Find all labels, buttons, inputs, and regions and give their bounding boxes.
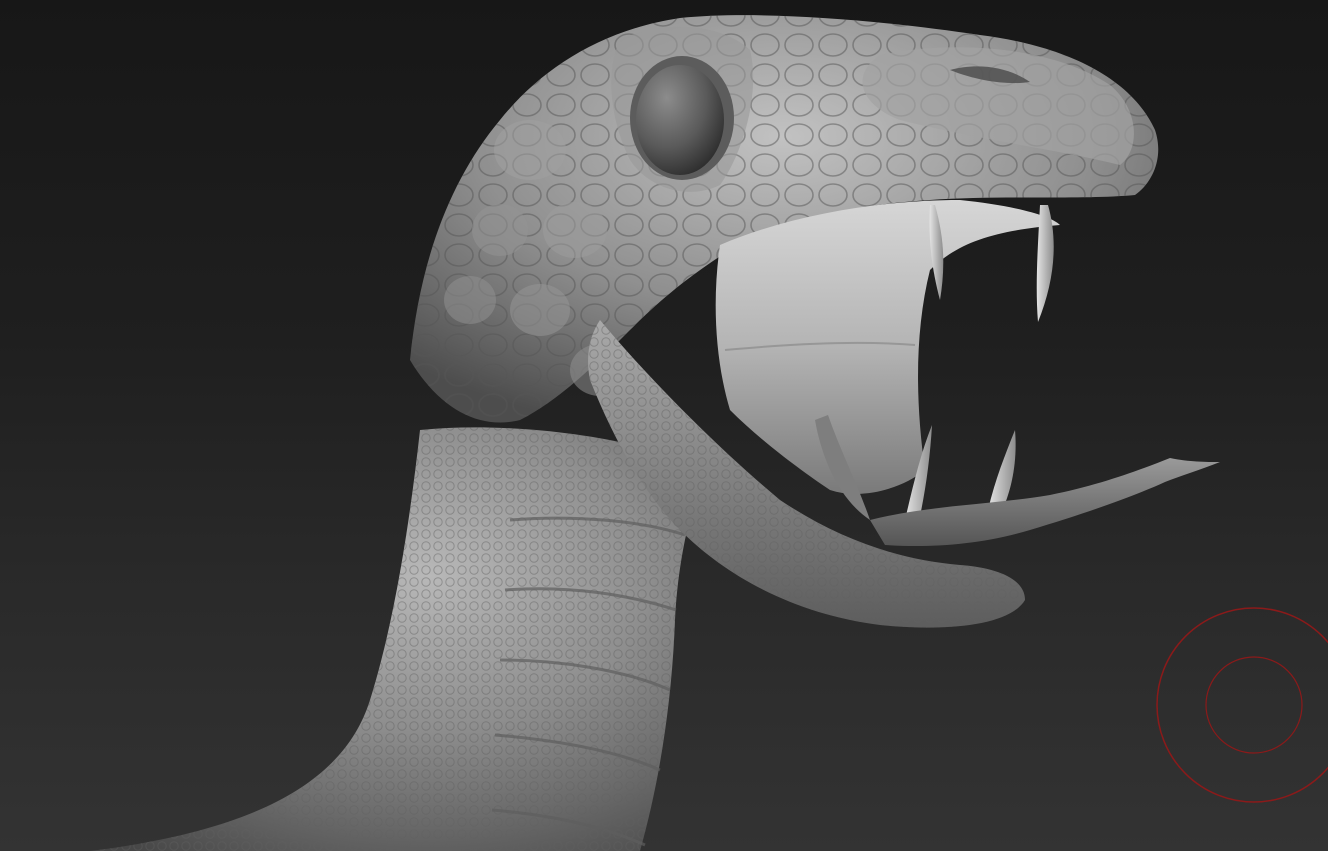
snake-eye	[630, 56, 734, 180]
snake-sculpt-model[interactable]	[0, 0, 1328, 851]
snake-neck	[90, 427, 705, 851]
sculpt-viewport[interactable]	[0, 0, 1328, 851]
